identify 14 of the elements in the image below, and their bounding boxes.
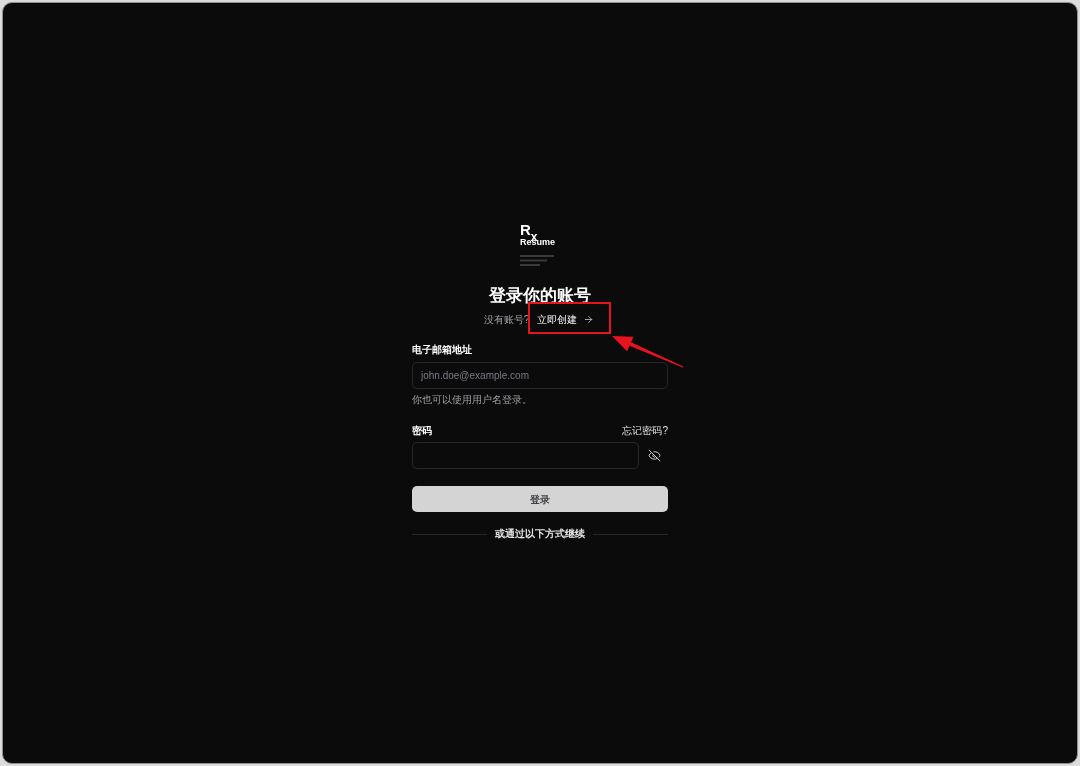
field-label: 电子邮箱地址	[412, 345, 472, 355]
pointer-arrow	[612, 336, 684, 368]
arrow-right-icon	[583, 314, 595, 325]
divider-text: 或通过以下方式继续	[495, 529, 585, 539]
email-field[interactable]: john.doe@example.com	[412, 362, 668, 389]
text-lines-icon	[520, 255, 554, 266]
logo-text: Resume	[520, 238, 555, 247]
eye-off-icon	[647, 449, 661, 462]
field-label: 密码	[412, 426, 432, 436]
create-account-link[interactable]: 立即创建	[535, 314, 597, 325]
password-field[interactable]	[412, 442, 639, 469]
field-hint: 你也可以使用用户名登录。	[412, 395, 532, 405]
forgot-password-link[interactable]: 忘记密码?	[622, 426, 668, 436]
login-button[interactable]: 登录	[412, 486, 668, 512]
